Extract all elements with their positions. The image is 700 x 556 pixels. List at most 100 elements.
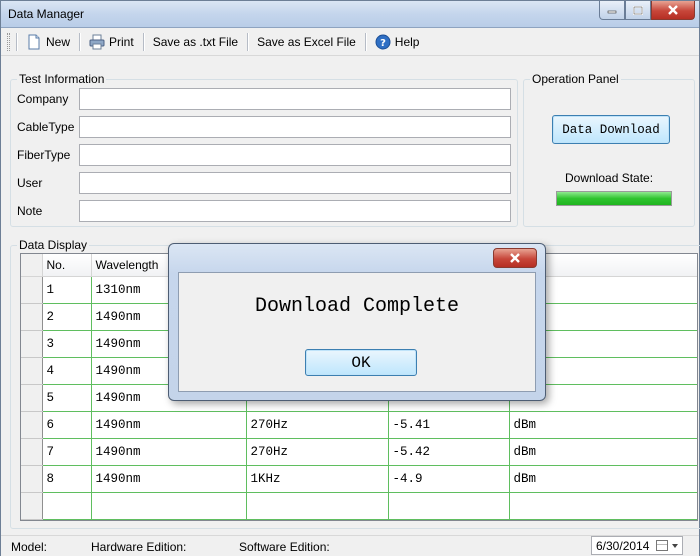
dialog-body: Download Complete OK — [178, 272, 536, 392]
dialog-close-button[interactable] — [493, 248, 537, 268]
user-field[interactable] — [79, 172, 511, 194]
toolbar-grip[interactable] — [7, 33, 10, 51]
table-cell[interactable]: 3 — [42, 330, 92, 358]
data-download-button[interactable]: Data Download — [552, 115, 670, 144]
table-cell[interactable]: 5 — [42, 384, 92, 412]
printer-icon — [89, 34, 105, 50]
table-cell[interactable]: 1490nm — [91, 465, 247, 493]
main-window: Data Manager New Print Save as .txt File… — [0, 0, 700, 556]
toolbar-separator — [16, 33, 17, 51]
new-button-label: New — [46, 35, 71, 49]
table-cell[interactable]: 4 — [42, 357, 92, 385]
minimize-button[interactable] — [599, 1, 625, 20]
row-header-corner[interactable] — [21, 254, 43, 277]
table-cell[interactable] — [509, 492, 697, 520]
save-txt-button[interactable]: Save as .txt File — [150, 33, 241, 51]
table-cell[interactable]: dBm — [509, 438, 697, 466]
hardware-edition-label: Hardware Edition: — [91, 540, 187, 554]
download-state-label: Download State: — [565, 171, 654, 185]
fibertype-label: FiberType — [17, 148, 71, 162]
user-label: User — [17, 176, 43, 190]
table-cell[interactable]: -4.9 — [388, 465, 510, 493]
date-picker[interactable]: 6/30/2014 — [591, 536, 683, 555]
new-button[interactable]: New — [23, 32, 73, 52]
maximize-icon — [633, 5, 643, 15]
table-cell[interactable]: 1490nm — [91, 438, 247, 466]
window-title: Data Manager — [8, 7, 85, 21]
save-excel-button[interactable]: Save as Excel File — [254, 33, 359, 51]
help-button[interactable]: ? Help — [372, 32, 423, 52]
print-button[interactable]: Print — [86, 32, 137, 52]
table-cell[interactable]: 6 — [42, 411, 92, 439]
ok-button-label: OK — [351, 353, 371, 372]
toolbar-separator — [364, 33, 366, 51]
table-cell[interactable]: 7 — [42, 438, 92, 466]
table-cell[interactable]: dBm — [509, 411, 697, 439]
toolbar-separator — [247, 33, 249, 51]
close-button[interactable] — [651, 1, 695, 20]
table-cell[interactable]: -5.41 — [388, 411, 510, 439]
table-row[interactable]: 7 1490nm 270Hz -5.42 dBm — [21, 438, 697, 466]
company-field[interactable] — [79, 88, 511, 110]
table-row[interactable] — [21, 492, 697, 520]
download-complete-dialog: Download Complete OK — [168, 243, 546, 401]
table-cell[interactable]: 2 — [42, 303, 92, 331]
save-excel-button-label: Save as Excel File — [257, 35, 356, 49]
table-cell[interactable] — [246, 492, 389, 520]
toolbar: New Print Save as .txt File Save as Exce… — [1, 29, 699, 56]
note-field[interactable] — [79, 200, 511, 222]
ok-button[interactable]: OK — [305, 349, 417, 376]
calendar-icon[interactable] — [656, 540, 668, 551]
close-icon — [510, 253, 520, 263]
table-cell[interactable]: 8 — [42, 465, 92, 493]
table-cell[interactable] — [42, 492, 92, 520]
minimize-icon — [607, 10, 617, 14]
row-header[interactable] — [21, 303, 43, 331]
chevron-down-icon[interactable] — [672, 544, 678, 548]
maximize-button[interactable] — [625, 1, 651, 20]
cabletype-field[interactable] — [79, 116, 511, 138]
download-progress-bar — [556, 191, 672, 206]
operation-panel-title: Operation Panel — [530, 72, 621, 86]
row-header[interactable] — [21, 330, 43, 358]
row-header[interactable] — [21, 465, 43, 493]
table-row[interactable]: 8 1490nm 1KHz -4.9 dBm — [21, 465, 697, 493]
table-cell[interactable]: 270Hz — [246, 411, 389, 439]
table-cell[interactable]: dBm — [509, 465, 697, 493]
toolbar-separator — [142, 33, 144, 51]
row-header[interactable] — [21, 411, 43, 439]
table-row[interactable]: 6 1490nm 270Hz -5.41 dBm — [21, 411, 697, 439]
table-cell[interactable]: 1KHz — [246, 465, 389, 493]
table-cell[interactable] — [388, 492, 510, 520]
help-icon: ? — [375, 34, 391, 50]
row-header[interactable] — [21, 492, 43, 520]
software-edition-label: Software Edition: — [239, 540, 330, 554]
data-download-button-label: Data Download — [562, 122, 660, 137]
company-label: Company — [17, 92, 69, 106]
print-button-label: Print — [109, 35, 134, 49]
save-txt-button-label: Save as .txt File — [152, 35, 239, 49]
row-header[interactable] — [21, 384, 43, 412]
note-label: Note — [17, 204, 43, 218]
cabletype-label: CableType — [17, 120, 75, 134]
dialog-message: Download Complete — [254, 295, 460, 318]
help-button-label: Help — [394, 35, 420, 49]
table-cell[interactable]: 1 — [42, 276, 92, 304]
table-cell[interactable] — [91, 492, 247, 520]
column-header-no[interactable]: No. — [42, 254, 92, 277]
table-cell[interactable]: -5.42 — [388, 438, 510, 466]
new-document-icon — [28, 34, 40, 50]
row-header[interactable] — [21, 357, 43, 385]
data-display-title: Data Display — [17, 238, 90, 252]
table-cell[interactable]: 1490nm — [91, 411, 247, 439]
svg-text:?: ? — [380, 38, 386, 49]
test-information-title: Test Information — [17, 72, 107, 86]
fibertype-field[interactable] — [79, 144, 511, 166]
close-icon — [668, 5, 678, 15]
row-header[interactable] — [21, 276, 43, 304]
model-label: Model: — [11, 540, 48, 554]
toolbar-separator — [79, 33, 81, 51]
row-header[interactable] — [21, 438, 43, 466]
table-cell[interactable]: 270Hz — [246, 438, 389, 466]
title-bar[interactable]: Data Manager — [1, 1, 699, 28]
